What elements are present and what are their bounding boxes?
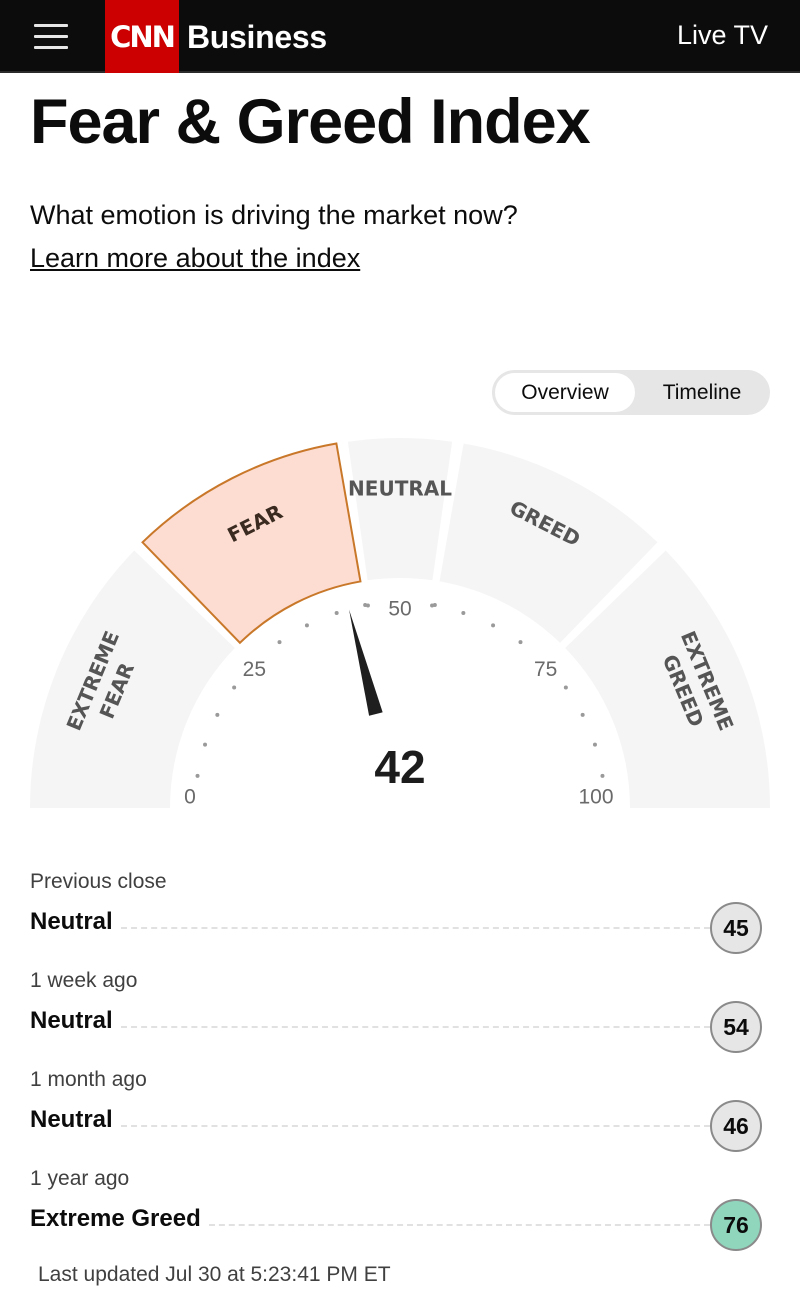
history-list: Previous close Neutral 45 1 week ago Neu… <box>30 866 770 1262</box>
page-title: Fear & Greed Index <box>30 87 591 157</box>
dotted-leader <box>120 927 710 929</box>
history-label: 1 week ago <box>30 969 138 992</box>
gauge-tick-dot <box>363 602 368 607</box>
gauge-tick-dot <box>563 685 568 690</box>
history-rating: Neutral <box>30 1007 121 1035</box>
gauge-tick-dot <box>334 611 339 616</box>
gauge-tick-label: 75 <box>534 658 557 681</box>
history-score-badge: 45 <box>710 902 762 954</box>
gauge-tick-label: 25 <box>243 658 266 681</box>
gauge-tick-dot <box>277 640 282 645</box>
gauge-tick-dot <box>232 685 237 690</box>
history-score-badge: 54 <box>710 1001 762 1053</box>
tab-timeline[interactable]: Timeline <box>637 373 767 412</box>
view-toggle: Overview Timeline <box>492 370 770 415</box>
dotted-leader <box>120 1125 710 1127</box>
gauge-tick-dot <box>592 742 597 747</box>
history-label: 1 year ago <box>30 1167 130 1190</box>
gauge-value: 42 <box>374 741 425 793</box>
dotted-leader <box>208 1224 710 1226</box>
gauge-tick-dot <box>203 742 208 747</box>
gauge-tick-label: 50 <box>388 598 411 621</box>
gauge-tick-label: 0 <box>184 786 196 809</box>
history-score-badge: 76 <box>710 1199 762 1251</box>
hamburger-menu-icon[interactable] <box>34 22 70 52</box>
gauge-tick-label: 100 <box>578 786 613 809</box>
gauge-tick-dot <box>432 602 437 607</box>
history-score-badge: 46 <box>710 1100 762 1152</box>
history-rating: Neutral <box>30 1106 121 1134</box>
learn-more-link[interactable]: Learn more about the index <box>30 241 360 275</box>
gauge-zone-label: NEUTRAL <box>348 477 452 501</box>
tab-overview[interactable]: Overview <box>495 373 635 412</box>
gauge-tick-dot <box>518 640 523 645</box>
history-row-1-year-ago: 1 year ago Extreme Greed 76 <box>30 1163 770 1262</box>
history-label: Previous close <box>30 870 167 893</box>
cnn-logo[interactable]: CNN <box>105 0 179 73</box>
dotted-leader <box>120 1026 710 1028</box>
top-navigation-bar: CNN Business Live TV <box>0 0 800 73</box>
section-name[interactable]: Business <box>187 19 327 56</box>
history-row-1-month-ago: 1 month ago Neutral 46 <box>30 1064 770 1163</box>
gauge-tick-dot <box>304 623 309 628</box>
gauge-tick-dot <box>491 623 496 628</box>
gauge-needle <box>349 609 383 716</box>
history-rating: Extreme Greed <box>30 1205 209 1233</box>
gauge-tick-dot <box>600 773 605 778</box>
gauge-tick-dot <box>461 611 466 616</box>
page-subtitle: What emotion is driving the market now? <box>30 200 518 230</box>
history-row-1-week-ago: 1 week ago Neutral 54 <box>30 965 770 1064</box>
history-label: 1 month ago <box>30 1068 147 1091</box>
history-row-previous-close: Previous close Neutral 45 <box>30 866 770 965</box>
last-updated-timestamp: Last updated Jul 30 at 5:23:41 PM ET <box>38 1263 391 1286</box>
gauge-tick-dot <box>580 712 585 717</box>
history-rating: Neutral <box>30 908 121 936</box>
gauge-tick-dot <box>215 712 220 717</box>
fear-greed-gauge: EXTREMEFEARFEARNEUTRALGREEDEXTREMEGREED … <box>30 438 770 840</box>
gauge-tick-dot <box>195 773 200 778</box>
gauge-zone-neutral <box>347 438 453 581</box>
live-tv-link[interactable]: Live TV <box>677 20 768 51</box>
